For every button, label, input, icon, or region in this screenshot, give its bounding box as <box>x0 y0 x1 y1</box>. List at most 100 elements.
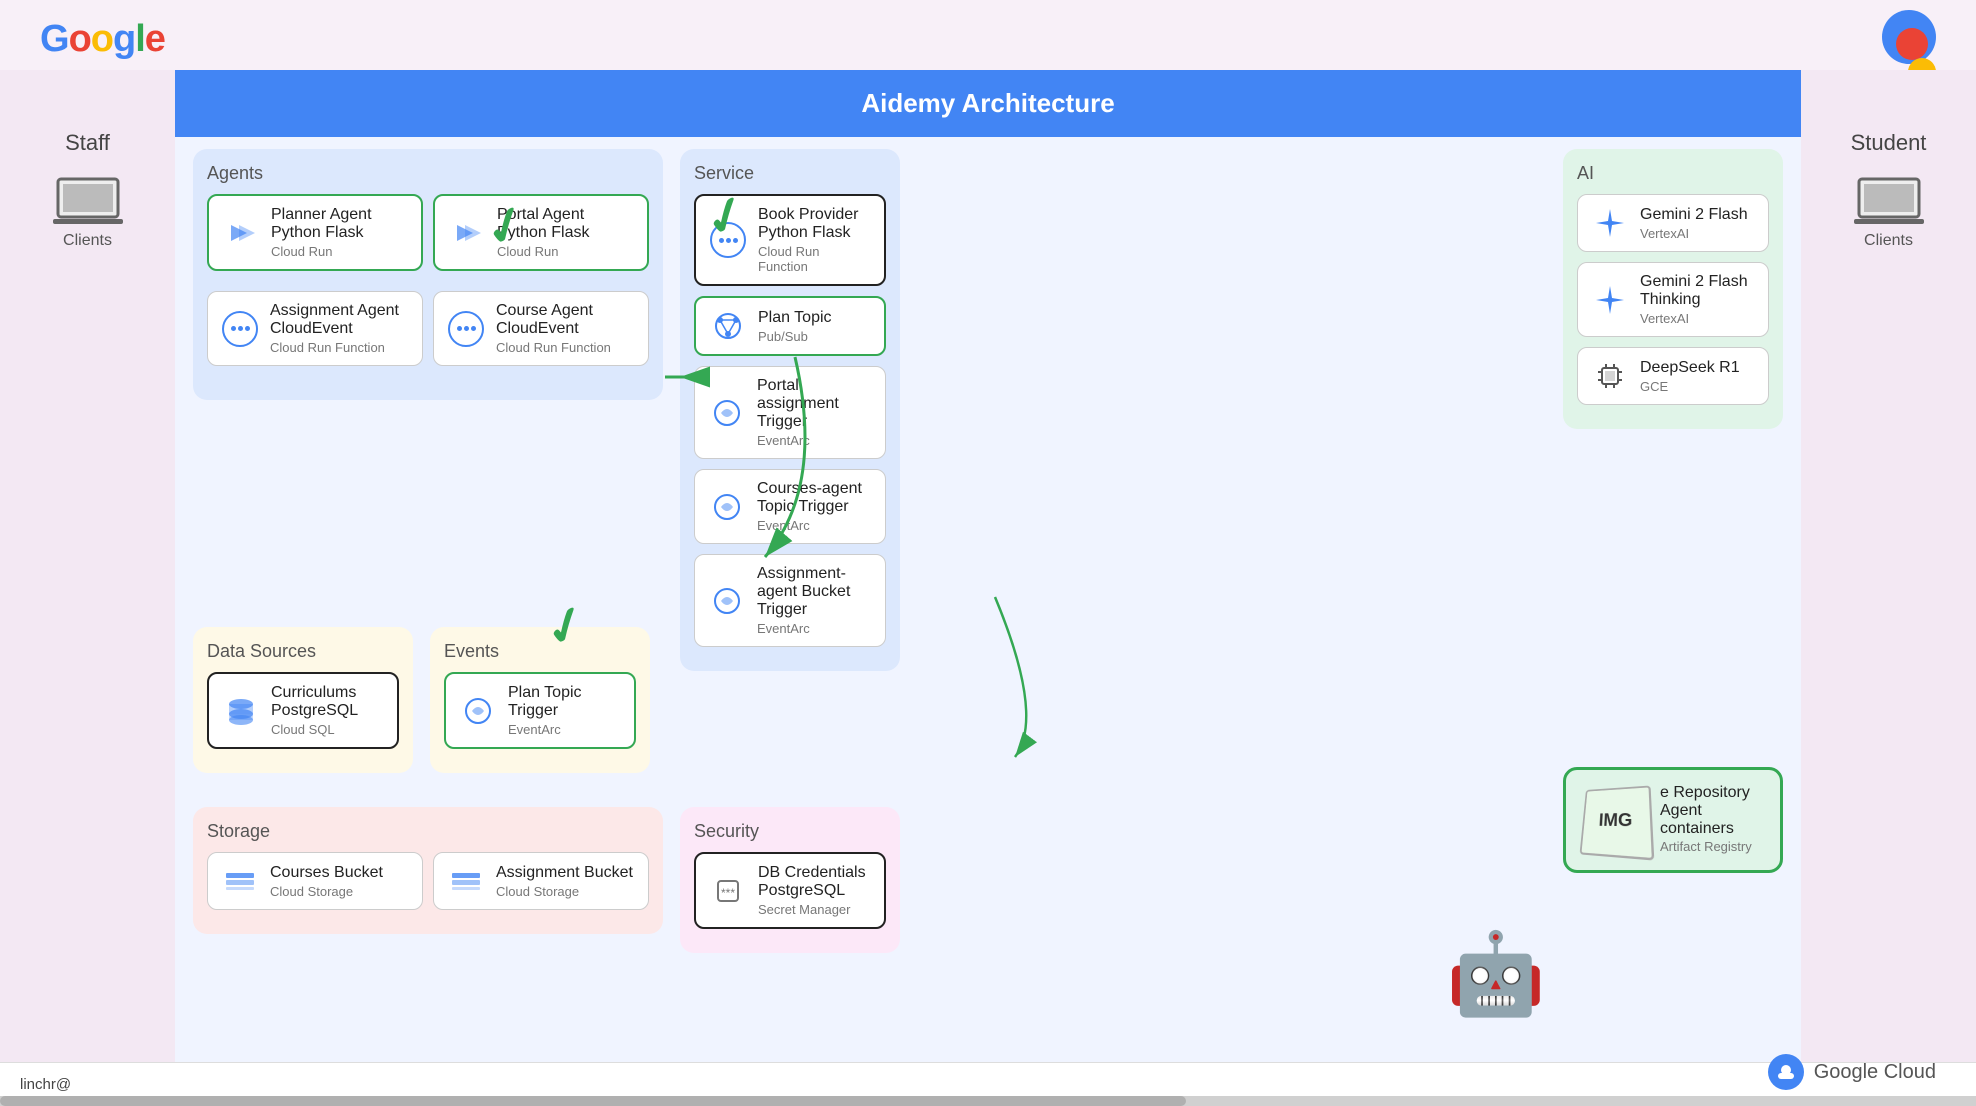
courses-agent-trigger-subtitle: EventArc <box>757 518 871 533</box>
assignment-bucket-subtitle: Cloud Storage <box>496 884 633 899</box>
plan-topic-trigger-card: Plan Topic Trigger EventArc <box>444 672 636 749</box>
gc-icon <box>1768 1054 1804 1090</box>
scrollbar-thumb[interactable] <box>0 1096 1186 1106</box>
curriculums-name: Curriculums PostgreSQL <box>271 684 383 720</box>
plan-topic-trigger-subtitle: EventArc <box>508 722 620 737</box>
course-agent-subtitle: Cloud Run Function <box>496 340 634 355</box>
courses-bucket-name: Courses Bucket <box>270 864 383 882</box>
assignment-bucket-trigger-name: Assignment-agent Bucket Trigger <box>757 565 871 619</box>
plan-topic-trigger-texts: Plan Topic Trigger EventArc <box>508 684 620 737</box>
artifact-texts: e Repository Agent containers Artifact R… <box>1660 784 1766 856</box>
curriculums-card: Curriculums PostgreSQL Cloud SQL <box>207 672 399 749</box>
plan-topic-subtitle: Pub/Sub <box>758 329 832 344</box>
curriculums-icon <box>223 693 259 729</box>
gemini-flash-icon <box>1592 205 1628 241</box>
gemini-flash-subtitle: VertexAI <box>1640 226 1748 241</box>
security-section: Security *** DB Credentials PostgreSQL S… <box>680 807 900 953</box>
portal-assignment-icon <box>709 395 745 431</box>
user-text: linchr@ <box>20 1076 71 1093</box>
artifact-img-box: IMG <box>1580 785 1655 860</box>
portal-agent-icon <box>449 215 485 251</box>
plan-topic-trigger-icon <box>460 693 496 729</box>
google-cloud-label: Google Cloud <box>1814 1061 1936 1084</box>
portal-agent-card: Portal Agent Python Flask Cloud Run <box>433 194 649 271</box>
ai-section: AI Gemini 2 Flash VertexAI <box>1563 149 1783 429</box>
student-client-label: Clients <box>1864 232 1913 250</box>
courses-bucket-icon <box>222 863 258 899</box>
assignment-bucket-trigger-texts: Assignment-agent Bucket Trigger EventArc <box>757 565 871 636</box>
student-sidebar: Student Clients <box>1801 70 1976 1062</box>
portal-assignment-name: Portal assignment Trigger <box>757 377 871 431</box>
student-laptop-icon <box>1854 176 1924 226</box>
db-credentials-name: DB Credentials PostgreSQL <box>758 864 870 900</box>
plan-topic-icon <box>710 308 746 344</box>
events-title: Events <box>444 641 636 662</box>
student-client-box: Clients <box>1854 176 1924 250</box>
course-agent-texts: Course Agent CloudEvent Cloud Run Functi… <box>496 302 634 355</box>
student-label: Student <box>1851 130 1927 156</box>
gemini-thinking-name: Gemini 2 Flash Thinking <box>1640 273 1754 309</box>
assignment-bucket-name: Assignment Bucket <box>496 864 633 882</box>
data-sources-title: Data Sources <box>207 641 399 662</box>
db-credentials-card: *** DB Credentials PostgreSQL Secret Man… <box>694 852 886 929</box>
portal-assignment-card: Portal assignment Trigger EventArc <box>694 366 886 459</box>
planner-agent-subtitle: Cloud Run <box>271 244 407 259</box>
artifact-section: IMG e Repository Agent containers Artifa… <box>1563 767 1783 873</box>
security-title: Security <box>694 821 886 842</box>
curriculums-subtitle: Cloud SQL <box>271 722 383 737</box>
course-agent-card: Course Agent CloudEvent Cloud Run Functi… <box>433 291 649 366</box>
scrollbar-track[interactable] <box>0 1096 1976 1106</box>
planner-agent-name: Planner Agent Python Flask <box>271 206 407 242</box>
assignment-agent-card: Assignment Agent CloudEvent Cloud Run Fu… <box>207 291 423 366</box>
storage-section: Storage Courses Bucket Cloud Storage <box>193 807 663 934</box>
courses-agent-trigger-card: Courses-agent Topic Trigger EventArc <box>694 469 886 544</box>
portal-assignment-texts: Portal assignment Trigger EventArc <box>757 377 871 448</box>
courses-bucket-subtitle: Cloud Storage <box>270 884 383 899</box>
header-title: Aidemy Architecture <box>861 88 1114 118</box>
svg-text:***: *** <box>721 886 735 900</box>
book-provider-texts: Book Provider Python Flask Cloud Run Fun… <box>758 206 870 274</box>
book-provider-name: Book Provider Python Flask <box>758 206 870 242</box>
artifact-img-label: IMG <box>1598 810 1632 831</box>
plan-topic-card: Plan Topic Pub/Sub <box>694 296 886 356</box>
deepseek-icon <box>1592 358 1628 394</box>
data-sources-section: Data Sources Curriculums PostgreSQL Clou… <box>193 627 413 773</box>
staff-label: Staff <box>65 130 110 156</box>
agents-row-1: Planner Agent Python Flask Cloud Run Por… <box>207 194 649 281</box>
ai-title: AI <box>1577 163 1769 184</box>
diagram-wrapper: Agents Planner Agent Python Flask Cloud … <box>175 137 1801 1069</box>
gemini-flash-card: Gemini 2 Flash VertexAI <box>1577 194 1769 252</box>
architecture-area: Aidemy Architecture Agents Planner Agent… <box>175 70 1801 1062</box>
gemini-flash-texts: Gemini 2 Flash VertexAI <box>1640 206 1748 241</box>
assignment-bucket-trigger-subtitle: EventArc <box>757 621 871 636</box>
agents-section: Agents Planner Agent Python Flask Cloud … <box>193 149 663 400</box>
gemini-thinking-card: Gemini 2 Flash Thinking VertexAI <box>1577 262 1769 337</box>
service-title: Service <box>694 163 886 184</box>
deepseek-subtitle: GCE <box>1640 379 1740 394</box>
deepseek-name: DeepSeek R1 <box>1640 359 1740 377</box>
book-provider-subtitle: Cloud Run Function <box>758 244 870 274</box>
header-bar: Aidemy Architecture <box>175 70 1801 137</box>
events-section: Events Plan Topic Trigger EventArc <box>430 627 650 773</box>
course-agent-icon <box>448 311 484 347</box>
assignment-agent-name: Assignment Agent CloudEvent <box>270 302 408 338</box>
staff-sidebar: Staff Clients <box>0 70 175 1062</box>
plan-topic-name: Plan Topic <box>758 309 832 327</box>
assignment-bucket-texts: Assignment Bucket Cloud Storage <box>496 864 633 899</box>
assignment-agent-subtitle: Cloud Run Function <box>270 340 408 355</box>
assignment-bucket-trigger-card: Assignment-agent Bucket Trigger EventArc <box>694 554 886 647</box>
courses-agent-trigger-texts: Courses-agent Topic Trigger EventArc <box>757 480 871 533</box>
artifact-content: IMG e Repository Agent containers Artifa… <box>1580 784 1766 856</box>
assistant-circle-red <box>1896 28 1928 60</box>
staff-client-label: Clients <box>63 232 112 250</box>
courses-bucket-card: Courses Bucket Cloud Storage <box>207 852 423 910</box>
courses-bucket-texts: Courses Bucket Cloud Storage <box>270 864 383 899</box>
staff-laptop-icon <box>53 176 123 226</box>
portal-assignment-subtitle: EventArc <box>757 433 871 448</box>
planner-agent-icon <box>223 215 259 251</box>
assignment-agent-icon <box>222 311 258 347</box>
assignment-bucket-trigger-icon <box>709 583 745 619</box>
planner-agent-card: Planner Agent Python Flask Cloud Run <box>207 194 423 271</box>
assignment-agent-texts: Assignment Agent CloudEvent Cloud Run Fu… <box>270 302 408 355</box>
plan-topic-texts: Plan Topic Pub/Sub <box>758 309 832 344</box>
